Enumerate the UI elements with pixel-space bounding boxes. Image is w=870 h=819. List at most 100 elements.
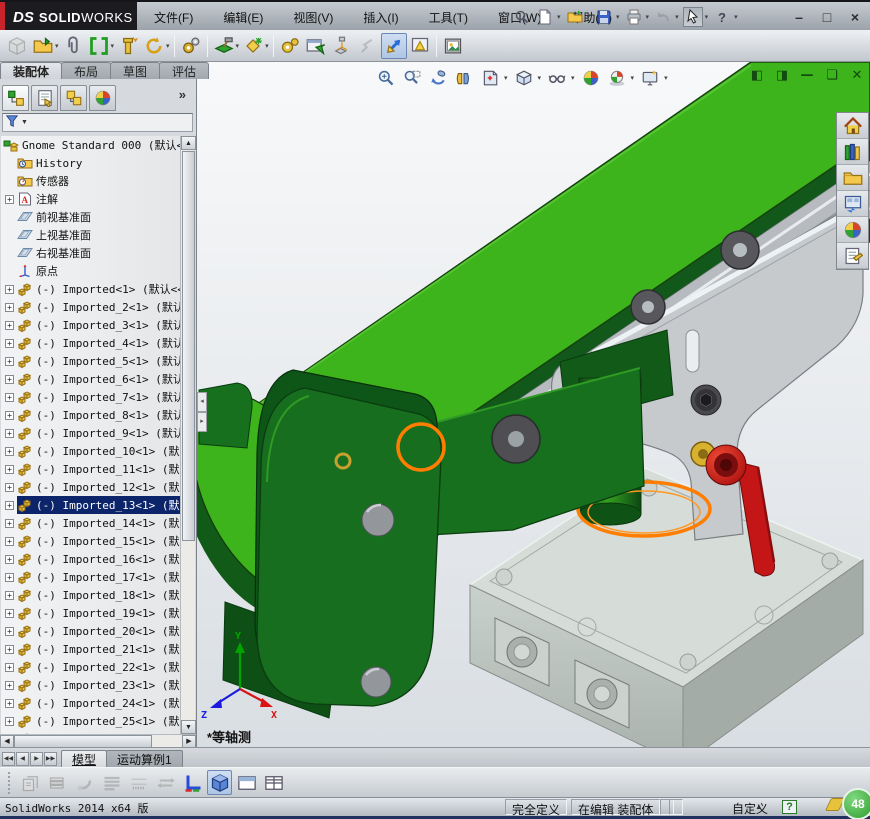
expand-icon[interactable]: + <box>5 608 14 618</box>
expand-icon[interactable]: + <box>5 554 14 564</box>
notification-badge[interactable]: 48 <box>842 788 870 819</box>
tree-row[interactable]: + (-) Imported_12<1> (默认 <box>1 478 181 496</box>
expand-icon[interactable]: + <box>5 356 14 366</box>
dropdown-icon[interactable]: ▾ <box>734 13 738 21</box>
smart-fasteners-icon[interactable] <box>115 33 141 59</box>
grid-pane-icon[interactable] <box>261 770 286 795</box>
pane-icon[interactable] <box>234 770 259 795</box>
dropdown-icon[interactable]: ▾ <box>166 42 170 50</box>
tree-row[interactable]: + (-) Imported_19<1> (默认 <box>1 604 181 622</box>
study-tab-运动算例1[interactable]: 运动算例1 <box>106 750 183 767</box>
expand-icon[interactable]: + <box>5 284 14 294</box>
tree-row[interactable]: + (-) Imported_13<1> (默认 <box>1 496 181 514</box>
dropdown-icon[interactable]: ▾ <box>571 74 575 82</box>
move-component-icon[interactable] <box>141 33 167 59</box>
print-icon[interactable] <box>624 7 644 27</box>
reference-geometry-icon[interactable] <box>240 33 266 59</box>
dropdown-icon[interactable]: ▾ <box>675 13 679 21</box>
custom-properties-icon[interactable] <box>837 243 868 269</box>
view-settings-icon[interactable] <box>639 67 661 89</box>
previous-window-button[interactable]: ◧ <box>749 68 765 83</box>
next-window-button[interactable]: ◨ <box>774 68 790 83</box>
toolbar-grip[interactable] <box>8 771 12 794</box>
expand-icon[interactable]: + <box>5 626 14 636</box>
iso-cube-icon[interactable] <box>207 770 232 795</box>
tree-row[interactable]: + (-) Imported_10<1> (默认 <box>1 442 181 460</box>
panel-more-button[interactable]: » <box>179 87 186 102</box>
file-explorer-icon[interactable] <box>837 165 868 191</box>
tree-row[interactable]: + (-) Imported<1> (默认<< <box>1 280 181 298</box>
expand-icon[interactable]: + <box>5 302 14 312</box>
attach-file-icon[interactable] <box>60 33 86 59</box>
scroll-up-button[interactable]: ▲ <box>181 136 196 150</box>
menu-item-5[interactable]: 工具(T) <box>425 6 472 29</box>
close-button[interactable]: × <box>846 9 864 25</box>
previous-view-icon[interactable] <box>427 67 449 89</box>
motion-gears-icon[interactable] <box>277 33 303 59</box>
keyframe-icon[interactable] <box>126 770 151 795</box>
capture-image-icon[interactable] <box>440 33 466 59</box>
section-view-icon[interactable] <box>453 67 475 89</box>
layers-icon[interactable] <box>45 770 70 795</box>
preview-window-icon[interactable] <box>303 33 329 59</box>
scroll-down-button[interactable]: ▼ <box>181 720 196 734</box>
menu-item-3[interactable]: 视图(V) <box>289 6 337 29</box>
expand-icon[interactable]: + <box>5 716 14 726</box>
minimize-button[interactable]: – <box>790 9 808 25</box>
edit-appearance-icon[interactable] <box>580 67 602 89</box>
tab-评估[interactable]: 评估 <box>159 62 210 79</box>
zoom-area-icon[interactable] <box>401 67 423 89</box>
tree-row[interactable]: + (-) Imported_5<1> (默认 <box>1 352 181 370</box>
tree-row[interactable]: + (-) Imported_20<1> (默认 <box>1 622 181 640</box>
close-doc-button[interactable]: ✕ <box>849 68 865 83</box>
status-help-icon[interactable]: ? <box>782 800 797 814</box>
dropdown-icon[interactable]: ▾ <box>111 42 115 50</box>
tree-row[interactable]: + (-) Imported_8<1> (默认 <box>1 406 181 424</box>
minimize-doc-button[interactable]: — <box>799 68 815 83</box>
study-nav-3[interactable]: ▶ <box>30 752 43 766</box>
study-nav-4[interactable]: ▶▶ <box>44 752 57 766</box>
expand-icon[interactable]: + <box>5 644 14 654</box>
filter-dropdown-icon[interactable]: ▼ <box>21 119 28 126</box>
pages-icon[interactable] <box>18 770 43 795</box>
dropdown-icon[interactable]: ▾ <box>538 74 542 82</box>
dropdown-icon[interactable]: ▾ <box>587 13 591 21</box>
dropdown-icon[interactable]: ▾ <box>55 42 59 50</box>
open-folder-icon[interactable] <box>565 7 585 27</box>
dropdown-icon[interactable]: ▾ <box>705 13 709 21</box>
splitter-right-icon[interactable]: ▸ <box>197 412 207 432</box>
expand-icon[interactable]: + <box>5 428 14 438</box>
zoom-fit-icon[interactable] <box>375 67 397 89</box>
expand-icon[interactable]: + <box>5 572 14 582</box>
search-icon[interactable] <box>512 7 532 27</box>
expand-icon[interactable]: + <box>5 446 14 456</box>
open-part-icon[interactable] <box>30 33 56 59</box>
interference-detection-icon[interactable] <box>380 32 407 59</box>
tree-row[interactable]: +History <box>1 154 181 172</box>
expand-icon[interactable]: + <box>5 518 14 528</box>
expand-icon[interactable]: + <box>5 374 14 384</box>
expand-icon[interactable]: + <box>5 662 14 672</box>
dropdown-icon[interactable]: ▾ <box>616 13 620 21</box>
view-orientation-icon[interactable] <box>479 67 501 89</box>
status-expand-icon[interactable]: ▲ <box>755 802 763 811</box>
tree-row[interactable]: + (-) Imported_4<1> (默认 <box>1 334 181 352</box>
expand-icon[interactable]: + <box>5 536 14 546</box>
exploded-view-icon[interactable] <box>329 33 355 59</box>
scroll-thumb[interactable] <box>182 151 195 541</box>
graphics-viewport[interactable]: Y X Z *等轴测 ▾ ▾ ▾ ▾ ▾ ◧ ◨ — ❏ ✕ ◂ ▸ <box>197 62 870 747</box>
apply-scene-icon[interactable] <box>606 67 628 89</box>
tree-row[interactable]: + (-) Imported_24<1> (默认 <box>1 694 181 712</box>
menu-item-4[interactable]: 插入(I) <box>359 6 402 29</box>
expand-icon[interactable]: + <box>5 410 14 420</box>
tree-root-row[interactable]: +Gnome Standard 000 (默认< <box>1 136 181 154</box>
dropdown-icon[interactable]: ▾ <box>646 13 650 21</box>
tree-row[interactable]: + (-) Imported_6<1> (默认 <box>1 370 181 388</box>
insert-component-icon[interactable] <box>4 33 30 59</box>
design-library-icon[interactable] <box>837 139 868 165</box>
tree-row[interactable]: + (-) Imported_11<1> (默认 <box>1 460 181 478</box>
tab-布局[interactable]: 布局 <box>61 62 112 79</box>
tree-row[interactable]: +原点 <box>1 262 181 280</box>
assembly-visualization-icon[interactable] <box>407 33 433 59</box>
expand-icon[interactable]: + <box>5 338 14 348</box>
